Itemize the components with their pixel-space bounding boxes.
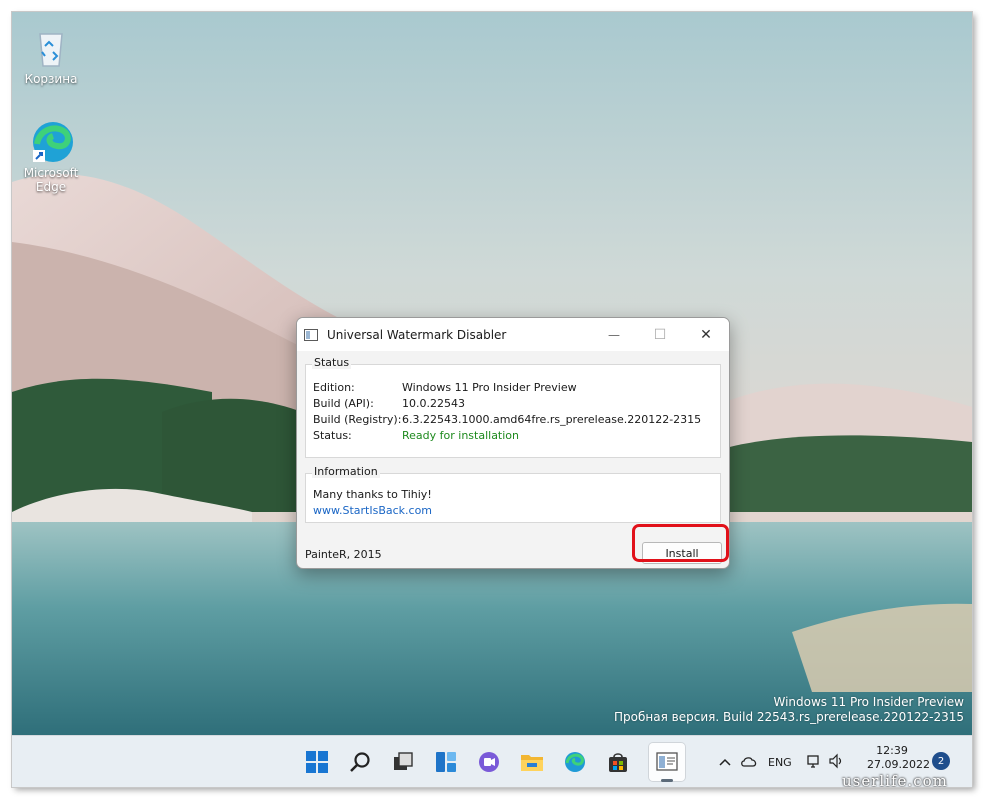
chat-icon [479, 752, 499, 772]
edition-label: Edition: [313, 381, 355, 394]
edge-taskbar-button[interactable] [559, 746, 591, 778]
widgets-icon [436, 752, 456, 772]
dialog-titlebar[interactable]: Universal Watermark Disabler — ☐ ✕ [297, 318, 729, 351]
information-legend: Information [312, 465, 380, 478]
desktop-icon-edge[interactable]: Microsoft Edge [16, 120, 86, 194]
task-view-icon [394, 752, 413, 770]
recycle-bin-icon [31, 26, 71, 68]
startisback-link[interactable]: www.StartIsBack.com [313, 504, 432, 517]
edge-icon [565, 752, 585, 772]
screenshot-frame: Корзина Microsoft Edge Windows 11 Pro In… [0, 0, 985, 797]
search-button[interactable] [344, 746, 376, 778]
build-api-value: 10.0.22543 [402, 397, 465, 410]
clock-time: 12:39 [876, 744, 908, 757]
app-window-icon [304, 328, 318, 341]
watermark-line-2: Пробная версия. Build 22543.rs_prereleas… [614, 710, 964, 724]
task-view-button[interactable] [387, 746, 419, 778]
search-icon [350, 752, 370, 772]
system-tray: ENG [714, 736, 844, 787]
install-highlight-box [632, 524, 729, 562]
desktop-icon-label: Корзина [24, 72, 78, 86]
store-icon [609, 753, 627, 772]
screen: Корзина Microsoft Edge Windows 11 Pro In… [12, 12, 972, 787]
taskbar-clock[interactable]: 12:39 27.09.2022 [867, 744, 930, 772]
information-group: Information Many thanks to Tihiy! www.St… [305, 465, 721, 523]
desktop-icon-recycle-bin[interactable]: Корзина [16, 26, 86, 86]
build-api-label: Build (API): [313, 397, 374, 410]
uwd-app-icon [656, 752, 678, 771]
taskbar: ENG 12:39 27.09.2022 2 userlife.com [12, 735, 972, 787]
minimize-button[interactable]: — [591, 318, 637, 351]
author-text: PainteR, 2015 [305, 548, 382, 561]
edge-icon [31, 120, 73, 162]
widgets-button[interactable] [430, 746, 462, 778]
start-button[interactable] [301, 746, 333, 778]
status-group: Status Edition: Windows 11 Pro Insider P… [305, 356, 721, 458]
watermark-line-1: Windows 11 Pro Insider Preview [773, 695, 964, 709]
site-watermark: userlife.com [842, 772, 948, 787]
chevron-up-icon[interactable] [714, 756, 736, 769]
maximize-button[interactable]: ☐ [637, 318, 683, 351]
status-value: Ready for installation [402, 429, 520, 442]
start-icon [306, 751, 328, 773]
volume-icon[interactable] [828, 753, 844, 772]
language-indicator[interactable]: ENG [768, 756, 792, 769]
build-registry-label: Build (Registry): [313, 413, 402, 426]
build-registry-value: 6.3.22543.1000.amd64fre.rs_prerelease.22… [402, 413, 702, 426]
close-button[interactable]: ✕ [683, 318, 729, 351]
clock-date: 27.09.2022 [867, 758, 930, 771]
dialog-title: Universal Watermark Disabler [327, 327, 507, 342]
file-explorer-button[interactable] [516, 746, 548, 778]
active-indicator [661, 779, 673, 782]
uwd-taskbar-button[interactable] [649, 743, 685, 782]
edition-value: Windows 11 Pro Insider Preview [402, 381, 577, 394]
network-icon[interactable] [806, 753, 822, 772]
thanks-text: Many thanks to Tihiy! [313, 488, 432, 501]
status-legend: Status [312, 356, 352, 369]
file-explorer-icon [521, 755, 543, 771]
windows-evaluation-watermark: Windows 11 Pro Insider Preview Пробная в… [614, 695, 964, 725]
store-button[interactable] [602, 746, 634, 778]
notification-badge[interactable]: 2 [932, 752, 950, 770]
onedrive-icon[interactable] [736, 755, 762, 770]
desktop-icon-label: Microsoft Edge [23, 166, 79, 194]
status-label: Status: [313, 429, 352, 442]
chat-button[interactable] [473, 746, 505, 778]
